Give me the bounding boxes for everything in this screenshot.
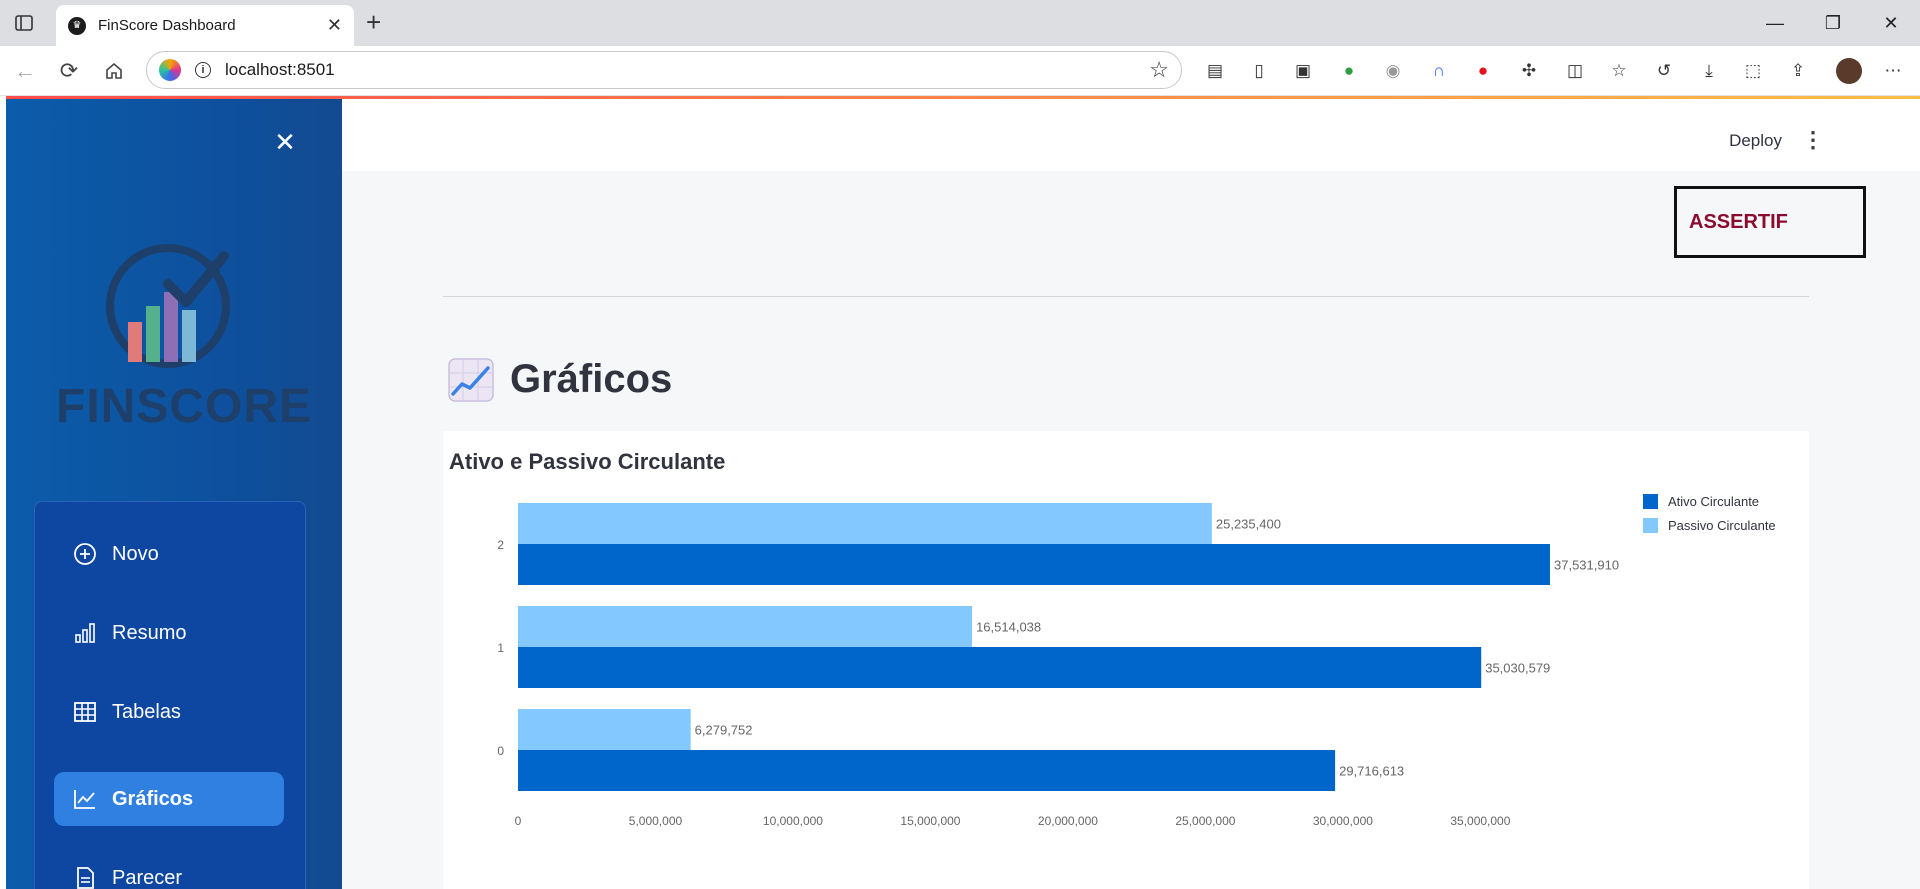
legend-swatch bbox=[1643, 494, 1658, 509]
share-icon[interactable]: ⇪ bbox=[1785, 58, 1811, 84]
bar-data-label: 37,531,910 bbox=[1554, 558, 1619, 573]
bar-data-label: 29,716,613 bbox=[1339, 764, 1404, 779]
sidebar-item-label: Tabelas bbox=[112, 700, 181, 723]
bar-passivo-circulante bbox=[518, 503, 1212, 544]
arc-icon[interactable]: ∩ bbox=[1426, 58, 1452, 84]
browser-menu-icon[interactable]: ⋯ bbox=[1880, 58, 1906, 84]
browser-tab[interactable]: ♛ FinScore Dashboard ✕ bbox=[56, 5, 354, 46]
x-tick-label: 5,000,000 bbox=[629, 814, 683, 828]
sidebar-item-novo[interactable]: Novo bbox=[54, 527, 284, 581]
main-menu-icon[interactable]: ⋮ bbox=[1802, 127, 1824, 153]
url-text[interactable]: localhost:8501 bbox=[225, 60, 1149, 80]
page-title: Gráficos bbox=[510, 357, 673, 401]
close-window-button[interactable]: ✕ bbox=[1862, 0, 1920, 46]
restore-button[interactable]: ❐ bbox=[1804, 0, 1862, 46]
tab-title: FinScore Dashboard bbox=[98, 17, 236, 34]
x-tick-label: 20,000,000 bbox=[1038, 814, 1098, 828]
close-tab-icon[interactable]: ✕ bbox=[327, 15, 342, 36]
table-icon bbox=[72, 699, 98, 725]
logo-text: FINSCORE bbox=[56, 380, 313, 433]
crown-icon: ♛ bbox=[68, 16, 86, 35]
bar-passivo-circulante bbox=[518, 709, 691, 750]
x-tick-label: 35,000,000 bbox=[1450, 814, 1510, 828]
pip-icon[interactable]: ▣ bbox=[1290, 58, 1316, 84]
opera-icon[interactable]: ● bbox=[1470, 58, 1496, 84]
minimize-button[interactable]: — bbox=[1746, 0, 1804, 46]
puzzle-icon[interactable]: ✣ bbox=[1516, 58, 1542, 84]
y-tick-label: 2 bbox=[497, 538, 504, 552]
bar-data-label: 25,235,400 bbox=[1216, 517, 1281, 532]
y-tick-label: 1 bbox=[497, 641, 504, 655]
extension-icon[interactable]: ◉ bbox=[1380, 58, 1406, 84]
bar-chart-icon bbox=[72, 620, 98, 646]
sidebar-item-label: Novo bbox=[112, 542, 159, 565]
url-bar[interactable]: i localhost:8501 ☆ bbox=[146, 51, 1182, 89]
new-tab-button[interactable]: + bbox=[366, 8, 381, 36]
legend-label: Ativo Circulante bbox=[1668, 494, 1759, 509]
avatar[interactable] bbox=[1836, 58, 1862, 84]
plus-circle-icon bbox=[72, 541, 98, 567]
bar-ativo-circulante bbox=[518, 750, 1336, 791]
sidebar-item-label: Parecer bbox=[112, 866, 183, 889]
favorites-icon[interactable]: ☆ bbox=[1606, 58, 1632, 84]
y-tick-label: 0 bbox=[497, 744, 504, 758]
x-tick-label: 10,000,000 bbox=[763, 814, 823, 828]
sidebar-item-label: Gráficos bbox=[112, 787, 194, 810]
sidebar-item-resumo[interactable]: Resumo bbox=[54, 606, 284, 660]
bar-chart: 0 6,279,752 29,716,613 1 16,514,038 35,030,57… bbox=[497, 494, 1776, 828]
bar-passivo-circulante bbox=[518, 606, 973, 647]
site-info-icon[interactable]: i bbox=[195, 62, 211, 78]
browser-tab-bar: ♛ FinScore Dashboard ✕ + — ❐ ✕ bbox=[0, 0, 1920, 46]
deploy-button[interactable]: Deploy bbox=[1729, 131, 1782, 151]
bar-ativo-circulante bbox=[518, 647, 1482, 688]
chart-card: Ativo e Passivo Circulante 0 6,279,752 29,… bbox=[443, 431, 1809, 889]
favorite-star-icon[interactable]: ☆ bbox=[1149, 57, 1169, 83]
home-icon[interactable] bbox=[101, 58, 127, 84]
bar-data-label: 16,514,038 bbox=[976, 620, 1041, 635]
legend-swatch bbox=[1643, 518, 1658, 533]
close-sidebar-icon[interactable]: ✕ bbox=[270, 127, 300, 157]
history-icon[interactable]: ↺ bbox=[1651, 58, 1677, 84]
screenshot-icon[interactable]: ⬚ bbox=[1740, 58, 1766, 84]
sidebar-item-graficos[interactable]: Gráficos bbox=[54, 772, 284, 826]
x-tick-label: 15,000,000 bbox=[900, 814, 960, 828]
main-content: Deploy ⋮ ASSERTIF Gráficos Ativo e Passi… bbox=[342, 99, 1920, 889]
sidebar: ✕ FINSCORE Novo Resumo Tabelas Gráficos … bbox=[6, 99, 342, 889]
x-tick-label: 0 bbox=[515, 814, 522, 828]
divider bbox=[443, 296, 1809, 297]
x-tick-label: 25,000,000 bbox=[1175, 814, 1235, 828]
document-icon bbox=[72, 865, 98, 889]
sidebar-item-label: Resumo bbox=[112, 621, 187, 644]
bar-data-label: 35,030,579 bbox=[1485, 661, 1550, 676]
tab-actions-icon[interactable] bbox=[12, 12, 36, 34]
window-controls: — ❐ ✕ bbox=[1746, 0, 1920, 46]
evernote-icon[interactable]: ● bbox=[1336, 58, 1362, 84]
address-toolbar: ← ⟳ i localhost:8501 ☆ bbox=[0, 46, 1920, 96]
x-tick-label: 30,000,000 bbox=[1313, 814, 1373, 828]
downloads-icon[interactable]: ⤓ bbox=[1696, 58, 1722, 84]
back-icon[interactable]: ← bbox=[12, 58, 38, 84]
sidebar-item-tabelas[interactable]: Tabelas bbox=[54, 685, 284, 739]
bar-data-label: 6,279,752 bbox=[695, 723, 753, 738]
sidebar-item-parecer[interactable]: Parecer bbox=[54, 851, 284, 889]
assertif-box: ASSERTIF bbox=[1674, 186, 1866, 258]
reload-icon[interactable]: ⟳ bbox=[56, 58, 82, 84]
chart-increasing-icon bbox=[448, 357, 494, 402]
page-heading: Gráficos bbox=[448, 357, 672, 402]
bar-ativo-circulante bbox=[518, 544, 1550, 585]
sidebar-menu: Novo Resumo Tabelas Gráficos Parecer bbox=[34, 501, 306, 889]
line-chart-icon bbox=[72, 786, 98, 812]
app-header: Deploy ⋮ bbox=[342, 99, 1920, 171]
legend-label: Passivo Circulante bbox=[1668, 518, 1776, 533]
page-icon[interactable]: ▯ bbox=[1246, 58, 1272, 84]
copilot-icon[interactable] bbox=[159, 59, 181, 81]
reader-icon[interactable]: ▤ bbox=[1202, 58, 1228, 84]
finscore-logo: FINSCORE bbox=[56, 244, 311, 433]
split-screen-icon[interactable]: ◫ bbox=[1562, 58, 1588, 84]
